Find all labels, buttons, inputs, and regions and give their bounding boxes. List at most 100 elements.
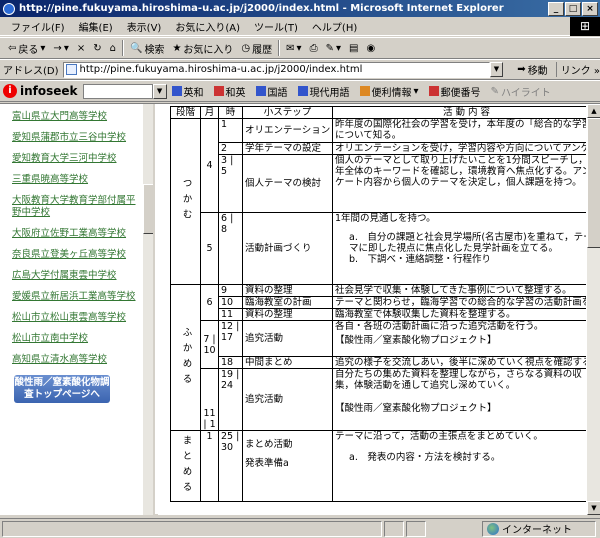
main-scroll-thumb[interactable] xyxy=(587,118,600,248)
school-link[interactable]: 大阪教育大学教育学部付属平野中学校 xyxy=(12,195,138,219)
content-cell: 社会見学で収集・体験してきた事例について整理する。 xyxy=(332,284,586,297)
table-row: 2 学年テーマの設定 オリエンテーションを受け，学習内容や方向についてアンケート… xyxy=(171,142,586,155)
top-page-banner-link[interactable]: 酸性雨／窒素酸化物調査トップページへ xyxy=(14,375,110,403)
highlight-button[interactable]: ✎ ハイライト xyxy=(486,84,556,99)
postal-icon xyxy=(428,86,439,96)
links-button[interactable]: リンク » xyxy=(555,62,600,77)
back-button[interactable]: ⇦ 戻る ▾ xyxy=(4,41,49,56)
scroll-down-icon[interactable]: ▼ xyxy=(587,501,600,515)
messenger-icon: ◉ xyxy=(366,42,376,54)
month-cell: 1 xyxy=(200,430,219,502)
minimize-button[interactable]: _ xyxy=(548,2,564,16)
mail-button[interactable]: ✉ ▾ xyxy=(282,43,305,54)
table-row: ふかめる 6 9 資料の整理 社会見学で収集・体験してきた事例について整理する。 xyxy=(170,284,586,431)
stop-button[interactable]: × xyxy=(73,43,89,54)
dict-en-ja-button[interactable]: 英和 xyxy=(167,84,209,99)
main-scrollbar[interactable]: ▲ ▼ xyxy=(586,104,600,515)
dict-jp-button[interactable]: 国語 xyxy=(251,84,293,99)
address-dropdown-icon[interactable]: ▼ xyxy=(489,62,504,77)
school-link[interactable]: 松山市立南中学校 xyxy=(12,333,138,345)
address-url: http://pine.fukuyama.hiroshima-u.ac.jp/j… xyxy=(79,64,363,75)
menu-favorites[interactable]: お気に入り(A) xyxy=(168,19,247,34)
school-link[interactable]: 三重県暁高等学校 xyxy=(12,174,138,186)
address-input[interactable]: http://pine.fukuyama.hiroshima-u.ac.jp/j… xyxy=(62,61,490,78)
toolbar-separator xyxy=(278,40,281,56)
menu-file[interactable]: ファイル(F) xyxy=(4,19,72,34)
step-cell: 学年テーマの設定 xyxy=(242,142,333,155)
hour-cell: 18 xyxy=(218,356,243,369)
project-label: 【酸性雨／窒素酸化物プロジェクト】 xyxy=(335,335,497,346)
window-title: http://pine.fukuyama.hiroshima-u.ac.jp/j… xyxy=(19,3,504,14)
dictionary-icon xyxy=(255,86,266,96)
step-cell: 活動計画づくり xyxy=(242,212,333,285)
refresh-icon: ↻ xyxy=(93,42,102,54)
menu-view[interactable]: 表示(V) xyxy=(120,19,169,34)
content-text: 1年間の見通しを持つ。 xyxy=(335,213,436,225)
edit-icon: ✎ xyxy=(325,42,334,54)
hour-cell: 12 | 17 xyxy=(218,320,243,357)
content-item: a. 発表の内容・方法を検討する。 xyxy=(349,452,501,463)
maximize-button[interactable]: □ xyxy=(565,2,581,16)
school-link[interactable]: 奈良県立登美ヶ丘高等学校 xyxy=(12,249,138,261)
ie-icon xyxy=(3,2,15,15)
discuss-button[interactable]: ▤ xyxy=(345,43,362,54)
menu-help[interactable]: ヘルプ(H) xyxy=(305,19,364,34)
left-frame: 富山県立大門高等学校 愛知県蒲郡市立三谷中学校 愛知教育大学三河中学校 三重県暁… xyxy=(0,104,155,515)
header-phase: 段階 xyxy=(170,106,201,119)
close-button[interactable]: × xyxy=(582,2,598,16)
content-text: 各自・各班の活動計画に沿った追究活動を行う。 xyxy=(335,321,544,333)
address-label: アドレス(D) xyxy=(3,66,59,77)
search-dropdown-icon[interactable]: ▼ xyxy=(152,83,167,99)
school-link[interactable]: 大阪府立佐野工業高等学校 xyxy=(12,228,138,240)
go-button[interactable]: ➡ 移動 xyxy=(517,62,547,77)
step-text: 発表準備a xyxy=(245,458,289,469)
infoseek-search-input[interactable] xyxy=(82,83,153,99)
windows-logo-icon: ⊞ xyxy=(570,17,600,36)
edit-button[interactable]: ✎ ▾ xyxy=(322,43,345,54)
modern-words-button[interactable]: 現代用語 xyxy=(293,84,355,99)
refresh-button[interactable]: ↻ xyxy=(89,43,105,54)
school-link[interactable]: 高知県立清水高等学校 xyxy=(12,354,138,366)
content-cell: テーマと関わらせ，臨海学習での総合的な学習の活動計画を立てる。 xyxy=(332,296,586,309)
phase-cell: つかむ xyxy=(170,118,201,285)
school-link[interactable]: 広島大学付属東雲中学校 xyxy=(12,270,138,282)
window-controls: _ □ × xyxy=(548,2,598,16)
school-link[interactable]: 富山県立大門高等学校 xyxy=(12,111,138,123)
header-step: 小ステップ xyxy=(242,106,333,119)
forward-button[interactable]: → ▾ xyxy=(49,43,72,54)
home-button[interactable]: ⌂ xyxy=(106,43,120,54)
month-cell: 4 xyxy=(200,118,219,213)
left-scroll-thumb[interactable] xyxy=(143,184,153,234)
content-cell: 臨海教室で体験収集した資料を整理する。 xyxy=(332,308,586,321)
activity-plan-table: 段階 月 時 小ステップ 活 動 内 容 つかむ 4 1 オリエンテーション 昨… xyxy=(170,106,586,502)
favorites-button[interactable]: ★ お気に入り xyxy=(168,41,237,56)
left-scrollbar[interactable] xyxy=(143,104,153,515)
globe-icon xyxy=(487,522,499,535)
dict-ja-en-button[interactable]: 和英 xyxy=(209,84,251,99)
history-button[interactable]: ◷ 履歴 xyxy=(237,41,276,56)
school-link[interactable]: 愛知教育大学三河中学校 xyxy=(12,153,138,165)
print-button[interactable]: ⎙ xyxy=(306,43,322,54)
school-link[interactable]: 愛媛県立新居浜工業高等学校 xyxy=(12,291,138,303)
header-month: 月 xyxy=(200,106,219,119)
infoseek-toolbar: i infoseek ▼ 英和 和英 国語 現代用語 便利情報 ▾ 郵便番号 ✎ ハイ… xyxy=(0,80,600,102)
table-row: 18 中間まとめ 追究の様子を交流しあい，後半に深めていく視点を確認する。 xyxy=(171,356,586,369)
hour-cell: 9 xyxy=(218,284,243,297)
search-button[interactable]: 🔍 検索 xyxy=(126,41,168,56)
school-link[interactable]: 愛知県蒲郡市立三谷中学校 xyxy=(12,132,138,144)
messenger-button[interactable]: ◉ xyxy=(362,43,379,54)
menu-tools[interactable]: ツール(T) xyxy=(247,19,305,34)
school-link-list: 富山県立大門高等学校 愛知県蒲郡市立三谷中学校 愛知教育大学三河中学校 三重県暁… xyxy=(0,104,153,366)
menu-edit[interactable]: 編集(E) xyxy=(72,19,120,34)
search-icon: 🔍 xyxy=(129,42,143,54)
table-row: 7 | 10 12 | 17 追究活動 各自・各班の活動計画に沿った追究活動を行… xyxy=(171,320,586,369)
step-cell: 中間まとめ xyxy=(242,356,333,369)
hour-cell: 11 xyxy=(218,308,243,321)
content-cell: 追究の様子を交流しあい，後半に深めていく視点を確認する。 xyxy=(332,356,586,369)
title-bar: http://pine.fukuyama.hiroshima-u.ac.jp/j… xyxy=(0,0,600,17)
hour-cell: 25 | 30 xyxy=(218,430,243,502)
postal-code-button[interactable]: 郵便番号 xyxy=(424,84,486,99)
school-link[interactable]: 松山市立松山東雲高等学校 xyxy=(12,312,138,324)
useful-info-button[interactable]: 便利情報 ▾ xyxy=(355,84,424,99)
scroll-up-icon[interactable]: ▲ xyxy=(587,104,600,118)
